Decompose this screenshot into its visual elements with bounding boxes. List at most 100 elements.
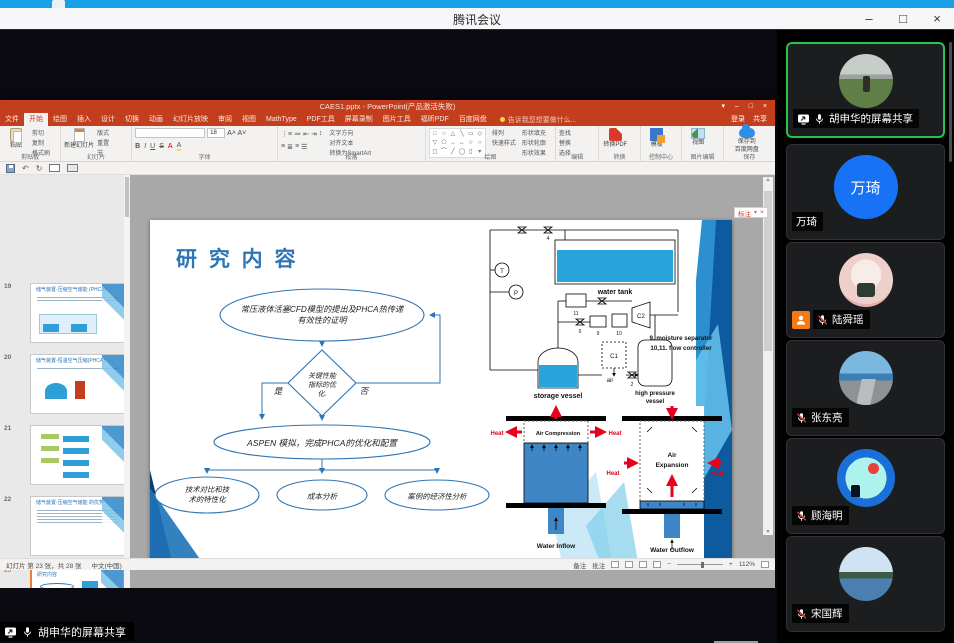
template-button[interactable]: 模板: [644, 128, 670, 149]
language-indicator[interactable]: 中文(中国): [92, 560, 122, 570]
tab-animations[interactable]: 动画: [144, 113, 168, 126]
slideshow-view-icon[interactable]: [653, 561, 661, 568]
layout-button[interactable]: 版式: [97, 128, 109, 137]
tab-draw[interactable]: 绘图: [48, 113, 72, 126]
undo-icon[interactable]: ↶: [22, 164, 29, 173]
normal-view-icon[interactable]: [611, 561, 619, 568]
new-slide-button[interactable]: 新建幻灯片: [64, 128, 94, 150]
notes-button[interactable]: 备注: [573, 560, 586, 570]
participant-name: 张东亮: [811, 410, 843, 425]
sidebar-scrollbar[interactable]: [949, 42, 952, 162]
view-picture-button[interactable]: 视图: [685, 128, 711, 147]
tab-screen-record[interactable]: 屏幕录制: [340, 113, 378, 126]
zoom-level[interactable]: 112%: [739, 561, 755, 568]
find-button[interactable]: 查找: [559, 128, 571, 137]
slide-vertical-scrollbar[interactable]: ▲▼: [763, 177, 773, 535]
ppt-titlebar: CAES1.pptx - PowerPoint(产品激活失败) ▾ – □ ×: [0, 100, 775, 113]
avatar-initials: 万琦: [834, 155, 898, 219]
paste-button[interactable]: 粘贴: [3, 128, 29, 150]
reading-view-icon[interactable]: [639, 561, 647, 568]
fit-to-window-icon[interactable]: [761, 561, 769, 568]
save-to-baidu-button[interactable]: 保存到百度网盘: [727, 128, 767, 153]
reset-button[interactable]: 重置: [97, 138, 109, 147]
group-convert: 转换PDF 转换: [599, 126, 640, 161]
group-drawing: □○△╲▭◇ ▽⬠→↔☆○ ◻⌒╱◯▯▾ 排列 快速样式 形状填充 形状轮廓 形…: [426, 126, 556, 161]
save-icon[interactable]: [6, 164, 15, 173]
copy-button[interactable]: 复制: [32, 138, 50, 147]
tab-baidu-pan[interactable]: 百度网盘: [454, 113, 492, 126]
participant-tile[interactable]: 张东亮: [786, 340, 945, 436]
tab-view[interactable]: 视图: [237, 113, 261, 126]
maximize-button[interactable]: □: [886, 8, 920, 30]
italic-button[interactable]: I: [144, 143, 146, 150]
minimize-button[interactable]: –: [852, 8, 886, 30]
slide-canvas[interactable]: 研 究 内 容: [150, 220, 732, 562]
participant-tile-sharer[interactable]: 胡申华的屏幕共享: [786, 42, 945, 138]
bold-button[interactable]: B: [135, 143, 140, 150]
mic-muted-icon: [817, 314, 828, 326]
touch-mode-icon[interactable]: [67, 164, 78, 172]
svg-text:11: 11: [573, 311, 578, 317]
underline-button[interactable]: U: [150, 143, 155, 150]
font-size-select[interactable]: 18: [207, 128, 225, 138]
top-accent-strip: [0, 0, 954, 8]
slide-sorter-icon[interactable]: [625, 561, 633, 568]
new-slide-icon: [74, 128, 85, 142]
participant-tile[interactable]: 陆舜瑶: [786, 242, 945, 338]
svg-text:C1: C1: [610, 354, 618, 360]
svg-text:技术对比和技: 技术对比和技: [185, 485, 231, 494]
participant-tile[interactable]: 宋国辉: [786, 536, 945, 632]
svg-text:4: 4: [547, 236, 550, 242]
thumbnail-slide-19[interactable]: 储气装置-压缩空气储能 (PHCA): [30, 283, 125, 343]
cut-button[interactable]: 剪切: [32, 128, 50, 137]
slide-counter: 幻灯片 第 23 张，共 28 张: [6, 560, 82, 570]
shape-fill-button[interactable]: 形状填充: [522, 128, 546, 137]
tab-review[interactable]: 审阅: [213, 113, 237, 126]
zoom-in-button[interactable]: +: [729, 561, 733, 568]
thumbnail-slide-23-selected[interactable]: 研究内容: [30, 567, 125, 588]
participant-tile[interactable]: 万琦 万琦: [786, 144, 945, 240]
tab-design[interactable]: 设计: [96, 113, 120, 126]
tab-pdf-tools[interactable]: PDF工具: [302, 113, 340, 126]
participant-tile[interactable]: 顾海明: [786, 438, 945, 534]
share-button[interactable]: 共享: [753, 113, 767, 126]
zoom-slider[interactable]: [677, 564, 723, 565]
tab-picture-tools[interactable]: 图片工具: [378, 113, 416, 126]
zoom-out-button[interactable]: −: [667, 561, 671, 568]
thumbnail-slide-22[interactable]: 储气装置-压缩空气储能 的优势: [30, 496, 125, 556]
participant-name: 胡申华的屏幕共享: [829, 111, 913, 126]
tell-me-box[interactable]: 告诉我您想要做什么...: [492, 113, 577, 126]
tab-foxit-pdf[interactable]: 福昕PDF: [416, 113, 454, 126]
replace-button[interactable]: 替换: [559, 138, 571, 147]
close-button[interactable]: ×: [920, 8, 954, 30]
tab-file[interactable]: 文件: [0, 113, 24, 126]
start-slideshow-icon[interactable]: [49, 164, 60, 172]
quick-styles-button[interactable]: 快速样式: [492, 138, 516, 147]
mic-on-icon: [22, 626, 33, 638]
shape-outline-button[interactable]: 形状轮廓: [522, 138, 546, 147]
arrange-button[interactable]: 排列: [492, 128, 516, 137]
strikethrough-button[interactable]: S: [159, 143, 164, 150]
group-editing: 查找 替换 选择 编辑: [556, 126, 599, 161]
slide-thumbnail-panel: 19 储气装置-压缩空气储能 (PHCA) 20 储气装置-恒温空气压缩(PHC…: [0, 175, 130, 588]
text-direction-button[interactable]: 文字方向: [329, 128, 371, 137]
ppt-window-controls[interactable]: ▾ – □ ×: [721, 100, 771, 113]
svg-text:C2: C2: [637, 314, 645, 320]
convert-pdf-button[interactable]: 转换PDF: [602, 128, 628, 149]
group-save: 保存到百度网盘 保存: [724, 126, 775, 161]
tab-transitions[interactable]: 切换: [120, 113, 144, 126]
tab-slideshow[interactable]: 幻灯片放映: [168, 113, 213, 126]
svg-text:常压液体活塞CFD模型的提出及PHCA热传递: 常压液体活塞CFD模型的提出及PHCA热传递: [241, 305, 404, 314]
tab-mathtype[interactable]: MathType: [261, 113, 302, 126]
comments-button[interactable]: 批注: [592, 560, 605, 570]
tab-home[interactable]: 开始: [24, 113, 48, 126]
font-name-select[interactable]: [135, 128, 205, 138]
redo-icon[interactable]: ↻: [36, 164, 43, 173]
annotation-mini-toolbar[interactable]: 标注 ▾ ×: [734, 207, 768, 218]
chevron-down-icon[interactable]: ▾: [754, 209, 757, 216]
thumbnail-slide-20[interactable]: 储气装置-恒温空气压缩(PHCA): [30, 354, 125, 414]
thumbnail-slide-21[interactable]: [30, 425, 125, 485]
align-text-button[interactable]: 对齐文本: [329, 138, 371, 147]
tab-insert[interactable]: 插入: [72, 113, 96, 126]
close-icon[interactable]: ×: [760, 209, 764, 216]
